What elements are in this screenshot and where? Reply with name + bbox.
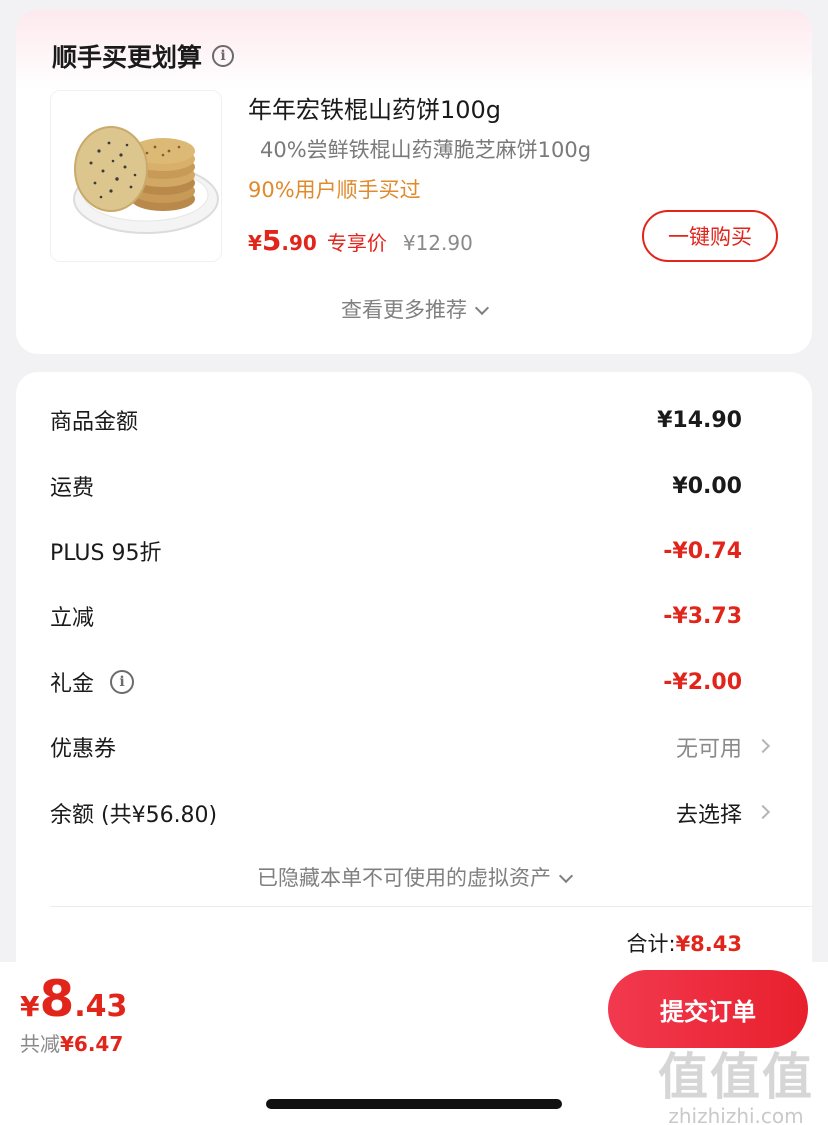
summary-value: ¥14.90: [657, 407, 742, 433]
summary-row-balance[interactable]: 余额 (共¥56.80) 去选择: [50, 793, 771, 833]
summary-value: -¥0.74: [663, 538, 742, 564]
product-image[interactable]: [50, 90, 222, 262]
summary-label: PLUS 95折: [50, 541, 162, 566]
chevron-down-icon: [474, 300, 490, 316]
watermark-logo: 值值值: [658, 1048, 814, 1106]
product-name[interactable]: 年年宏铁棍山药饼100g: [248, 90, 501, 125]
home-indicator[interactable]: [266, 1099, 562, 1109]
info-icon[interactable]: i: [110, 670, 135, 694]
divider: [50, 906, 812, 907]
chevron-right-icon: [755, 804, 771, 820]
summary-row-coupon[interactable]: 优惠券 无可用: [50, 727, 771, 767]
summary-value: -¥3.73: [663, 603, 742, 629]
chevron-down-icon: [558, 868, 574, 884]
subtotal-value: ¥8.43: [675, 932, 742, 956]
price-symbol: ¥: [248, 231, 262, 255]
hidden-assets-label: 已隐藏本单不可使用的虚拟资产: [257, 866, 551, 890]
one-click-buy-button[interactable]: 一键购买: [642, 210, 778, 262]
watermark-url: zhizhizhi.com: [668, 1104, 804, 1125]
sesame-biscuit-image: [73, 126, 219, 234]
price-decimal: .90: [281, 231, 317, 255]
subtotal-label: 合计:: [626, 932, 676, 956]
summary-label: 运费: [50, 476, 95, 501]
summary-value: 去选择: [675, 803, 742, 828]
summary-row-plus-discount: PLUS 95折 -¥0.74: [50, 531, 742, 571]
summary-row-shipping: 运费 ¥0.00: [50, 466, 742, 506]
hidden-assets-toggle[interactable]: 已隐藏本单不可使用的虚拟资产: [16, 862, 812, 892]
summary-label: 商品金额: [50, 410, 139, 435]
summary-label: 立减: [50, 606, 95, 631]
summary-value: ¥0.00: [672, 473, 742, 499]
summary-row-gift-money: 礼金 i -¥2.00: [50, 662, 742, 702]
social-proof: 90%用户顺手买过: [248, 178, 421, 202]
submit-order-button[interactable]: 提交订单: [608, 970, 808, 1048]
total-price-integer: 8: [39, 970, 75, 1028]
total-price: ¥ 8 .43: [20, 970, 127, 1028]
summary-value: 无可用: [675, 737, 742, 762]
site-watermark: 值值值 zhizhizhi.com: [658, 1050, 814, 1125]
subtotal: 合计:¥8.43: [626, 928, 742, 958]
recommendation-title-text: 顺手买更划算: [52, 43, 203, 72]
recommendation-card: 顺手买更划算 i 年年宏铁棍山药饼100g 40%尝鲜铁棍山药薄脆芝麻饼100g…: [16, 10, 812, 354]
summary-value: -¥2.00: [663, 669, 742, 695]
chevron-right-icon: [755, 738, 771, 754]
more-recommendations-label: 查看更多推荐: [341, 298, 467, 322]
summary-label-with-info: 礼金 i: [50, 666, 135, 698]
total-price-decimal: .43: [74, 989, 128, 1024]
info-icon[interactable]: i: [212, 45, 235, 67]
more-recommendations-link[interactable]: 查看更多推荐: [16, 294, 812, 324]
summary-label: 余额 (共¥56.80): [50, 803, 218, 828]
total-savings: 共减¥6.47: [20, 1028, 123, 1057]
exclusive-price-tag: 专享价: [326, 231, 387, 255]
total-price-symbol: ¥: [20, 990, 40, 1023]
product-subtitle: 40%尝鲜铁棍山药薄脆芝麻饼100g: [260, 138, 592, 162]
summary-row-instant-reduction: 立减 -¥3.73: [50, 596, 742, 636]
product-price-row: ¥ 5 .90 专享价 ¥12.90: [248, 224, 473, 257]
total-savings-label: 共减: [20, 1032, 60, 1056]
recommendation-title: 顺手买更划算 i: [52, 38, 235, 74]
total-savings-value: ¥6.47: [60, 1032, 124, 1056]
summary-label: 礼金: [50, 672, 95, 697]
original-price: ¥12.90: [402, 231, 473, 255]
price-integer: 5: [261, 224, 282, 257]
summary-label: 优惠券: [50, 737, 117, 762]
summary-row-goods-amount: 商品金额 ¥14.90: [50, 400, 742, 440]
